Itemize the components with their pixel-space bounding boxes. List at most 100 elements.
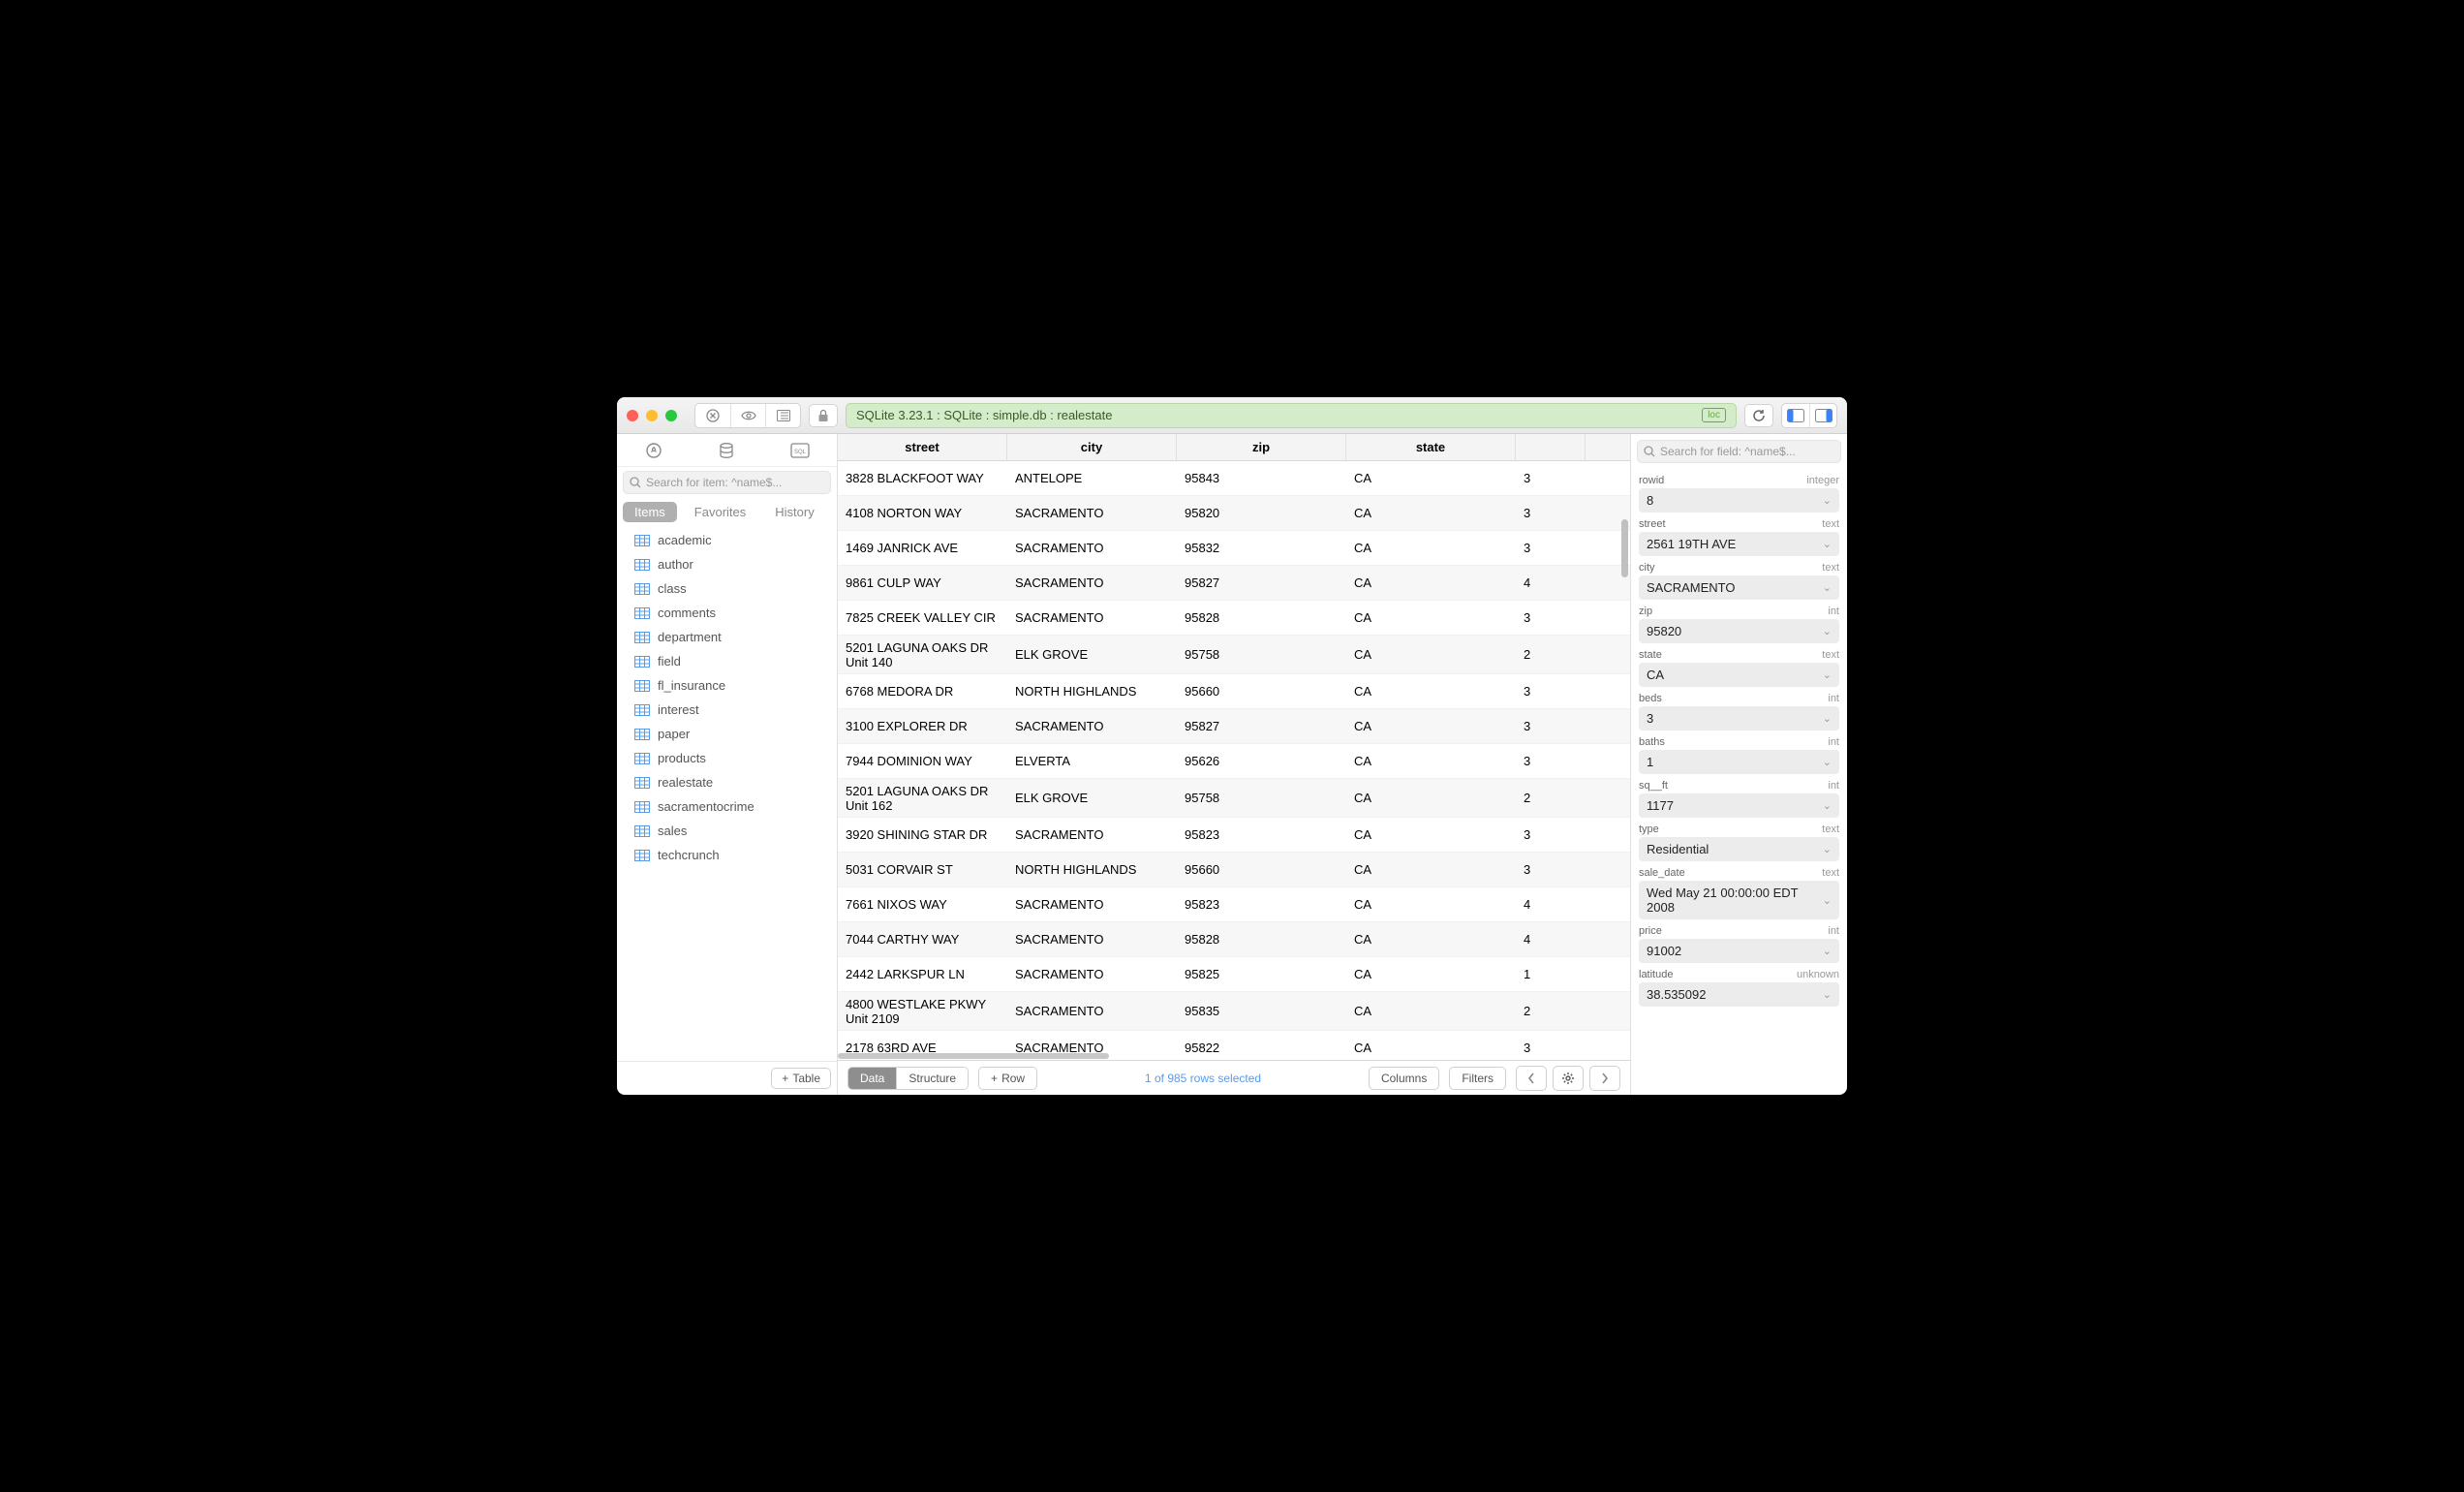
table-icon: [634, 704, 650, 716]
table-row[interactable]: 4108 NORTON WAY SACRAMENTO 95820 CA 3: [838, 496, 1630, 531]
table-header: street city zip state: [838, 434, 1630, 461]
breadcrumb[interactable]: SQLite 3.23.1 : SQLite : simple.db : rea…: [846, 403, 1737, 428]
detail-field-city: city text SACRAMENTO ⌄: [1631, 556, 1847, 600]
table-row[interactable]: 5201 LAGUNA OAKS DRUnit 162 ELK GROVE 95…: [838, 779, 1630, 818]
sidebar-search[interactable]: Search for item: ^name$...: [623, 471, 831, 494]
minimize-window-button[interactable]: [646, 410, 658, 421]
sidebar-item-academic[interactable]: academic: [617, 528, 837, 552]
table-row[interactable]: 3920 SHINING STAR DR SACRAMENTO 95823 CA…: [838, 818, 1630, 853]
database-icon[interactable]: [708, 438, 745, 463]
table-row[interactable]: 7044 CARTHY WAY SACRAMENTO 95828 CA 4: [838, 922, 1630, 957]
chevron-down-icon: ⌄: [1823, 894, 1832, 907]
maximize-window-button[interactable]: [665, 410, 677, 421]
table-row[interactable]: 7661 NIXOS WAY SACRAMENTO 95823 CA 4: [838, 887, 1630, 922]
sidebar-item-author[interactable]: author: [617, 552, 837, 576]
tab-items[interactable]: Items: [623, 502, 677, 522]
sidebar-item-products[interactable]: products: [617, 746, 837, 770]
col-header-extra[interactable]: [1516, 434, 1586, 460]
detail-value-input[interactable]: 1177 ⌄: [1639, 793, 1839, 818]
table-row[interactable]: 6768 MEDORA DR NORTH HIGHLANDS 95660 CA …: [838, 674, 1630, 709]
col-header-zip[interactable]: zip: [1177, 434, 1346, 460]
table-row[interactable]: 5031 CORVAIR ST NORTH HIGHLANDS 95660 CA…: [838, 853, 1630, 887]
svg-text:SQL: SQL: [793, 450, 806, 455]
cell-state: CA: [1346, 897, 1516, 912]
next-page-button[interactable]: [1589, 1066, 1620, 1091]
view-structure-tab[interactable]: Structure: [896, 1068, 968, 1089]
sidebar-item-comments[interactable]: comments: [617, 601, 837, 625]
detail-value-input[interactable]: Wed May 21 00:00:00 EDT 2008 ⌄: [1639, 881, 1839, 919]
cell-zip: 95832: [1177, 541, 1346, 555]
add-row-button[interactable]: + Row: [978, 1067, 1037, 1090]
sidebar-item-sales[interactable]: sales: [617, 819, 837, 843]
table-row[interactable]: 7944 DOMINION WAY ELVERTA 95626 CA 3: [838, 744, 1630, 779]
table-row[interactable]: 9861 CULP WAY SACRAMENTO 95827 CA 4: [838, 566, 1630, 601]
col-header-street[interactable]: street: [838, 434, 1007, 460]
sidebar-item-techcrunch[interactable]: techcrunch: [617, 843, 837, 867]
sidebar-filter-tabs: Items Favorites History: [617, 498, 837, 526]
table-row[interactable]: 2442 LARKSPUR LN SACRAMENTO 95825 CA 1: [838, 957, 1630, 992]
tab-history[interactable]: History: [763, 502, 825, 522]
table-row[interactable]: 1469 JANRICK AVE SACRAMENTO 95832 CA 3: [838, 531, 1630, 566]
table-row[interactable]: 2178 63RD AVE SACRAMENTO 95822 CA 3: [838, 1031, 1630, 1052]
tab-favorites[interactable]: Favorites: [683, 502, 757, 522]
columns-button[interactable]: Columns: [1369, 1067, 1439, 1090]
table-row[interactable]: 7825 CREEK VALLEY CIR SACRAMENTO 95828 C…: [838, 601, 1630, 636]
table-icon: [634, 850, 650, 861]
close-window-button[interactable]: [627, 410, 638, 421]
table-row[interactable]: 3828 BLACKFOOT WAY ANTELOPE 95843 CA 3: [838, 461, 1630, 496]
eye-icon[interactable]: [730, 404, 765, 427]
horizontal-scrollbar-thumb[interactable]: [838, 1053, 1109, 1059]
sidebar-item-interest[interactable]: interest: [617, 698, 837, 722]
detail-value-input[interactable]: 1 ⌄: [1639, 750, 1839, 774]
detail-value-input[interactable]: Residential ⌄: [1639, 837, 1839, 861]
sidebar-item-label: academic: [658, 533, 712, 547]
table-row[interactable]: 4800 WESTLAKE PKWYUnit 2109 SACRAMENTO 9…: [838, 992, 1630, 1031]
detail-value-input[interactable]: 91002 ⌄: [1639, 939, 1839, 963]
vertical-scrollbar[interactable]: [1621, 519, 1628, 577]
sidebar-item-realestate[interactable]: realestate: [617, 770, 837, 794]
view-data-tab[interactable]: Data: [848, 1068, 896, 1089]
cell-extra: 2: [1516, 1004, 1586, 1018]
detail-value-input[interactable]: 38.535092 ⌄: [1639, 982, 1839, 1007]
left-panel-toggle[interactable]: [1782, 404, 1809, 427]
detail-type: int: [1828, 925, 1839, 937]
detail-value-input[interactable]: 8 ⌄: [1639, 488, 1839, 513]
detail-field-street: street text 2561 19TH AVE ⌄: [1631, 513, 1847, 556]
right-sidebar: Search for field: ^name$... rowid intege…: [1630, 434, 1847, 1095]
col-header-state[interactable]: state: [1346, 434, 1516, 460]
add-table-button[interactable]: + Table: [771, 1068, 831, 1089]
lock-icon[interactable]: [809, 404, 838, 427]
filters-button[interactable]: Filters: [1449, 1067, 1506, 1090]
table-row[interactable]: 3100 EXPLORER DR SACRAMENTO 95827 CA 3: [838, 709, 1630, 744]
horizontal-scrollbar-track[interactable]: [838, 1052, 1630, 1060]
connection-icon[interactable]: [635, 438, 672, 463]
sidebar-item-label: sales: [658, 824, 687, 838]
cell-zip: 95823: [1177, 897, 1346, 912]
detail-field-beds: beds int 3 ⌄: [1631, 687, 1847, 730]
sidebar-item-paper[interactable]: paper: [617, 722, 837, 746]
detail-value-input[interactable]: SACRAMENTO ⌄: [1639, 575, 1839, 600]
table-row[interactable]: 5201 LAGUNA OAKS DRUnit 140 ELK GROVE 95…: [838, 636, 1630, 674]
sidebar-item-fl_insurance[interactable]: fl_insurance: [617, 673, 837, 698]
sidebar-item-department[interactable]: department: [617, 625, 837, 649]
detail-value-input[interactable]: 95820 ⌄: [1639, 619, 1839, 643]
left-sidebar: SQL Search for item: ^name$... Items Fav…: [617, 434, 838, 1095]
cell-state: CA: [1346, 827, 1516, 842]
sidebar-item-field[interactable]: field: [617, 649, 837, 673]
prev-page-button[interactable]: [1516, 1066, 1547, 1091]
sidebar-item-sacramentocrime[interactable]: sacramentocrime: [617, 794, 837, 819]
detail-search[interactable]: Search for field: ^name$...: [1637, 440, 1841, 463]
detail-value-input[interactable]: 2561 19TH AVE ⌄: [1639, 532, 1839, 556]
table-body[interactable]: 3828 BLACKFOOT WAY ANTELOPE 95843 CA 3 4…: [838, 461, 1630, 1052]
gear-icon: [1561, 1072, 1575, 1085]
sql-icon[interactable]: SQL: [781, 439, 819, 462]
refresh-button[interactable]: [1744, 404, 1773, 427]
detail-value-input[interactable]: CA ⌄: [1639, 663, 1839, 687]
col-header-city[interactable]: city: [1007, 434, 1177, 460]
cancel-icon[interactable]: [695, 404, 730, 427]
right-panel-toggle[interactable]: [1809, 404, 1836, 427]
toggle-panel-icon[interactable]: [765, 404, 800, 427]
detail-value-input[interactable]: 3 ⌄: [1639, 706, 1839, 730]
settings-button[interactable]: [1553, 1066, 1584, 1091]
sidebar-item-class[interactable]: class: [617, 576, 837, 601]
